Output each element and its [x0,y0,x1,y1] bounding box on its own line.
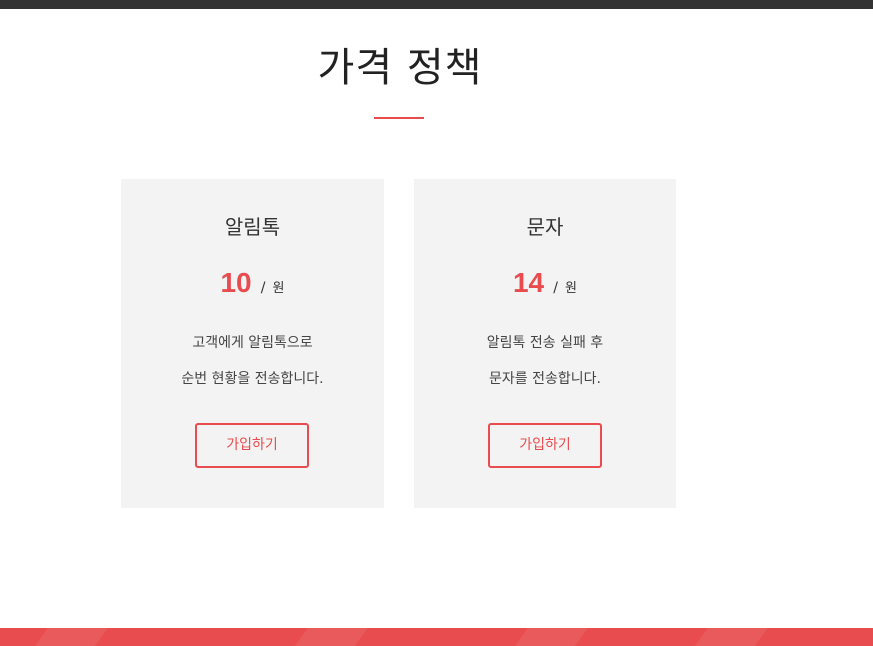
price-unit: 원 [272,281,285,296]
plan-description-line-2: 문자를 전송합니다. [489,371,601,387]
pricing-card-sms: 문자 14 / 원 알림톡 전송 실패 후 문자를 전송합니다. 가입하기 [414,179,676,508]
plan-price: 14 / 원 [414,265,676,307]
price-value: 14 [512,267,545,298]
title-underline [374,117,424,119]
top-bar [0,0,873,9]
plan-name: 문자 [526,215,564,239]
plan-description-line-1: 알림톡 전송 실패 후 [486,335,604,351]
footer-band [0,628,873,646]
plan-price: 10 / 원 [121,265,384,307]
plan-name: 알림톡 [224,215,281,239]
footer-texture [289,628,371,646]
page-title: 가격 정책 [317,45,483,91]
price-value: 10 [220,267,252,298]
footer-texture [689,628,771,646]
price-separator: / [553,280,558,296]
footer-texture [509,628,591,646]
price-unit: 원 [565,281,578,296]
footer-texture [29,628,111,646]
plan-description: 알림톡 전송 실패 후 문자를 전송합니다. [414,325,676,397]
price-separator: / [260,280,266,296]
signup-button[interactable]: 가입하기 [195,423,309,468]
signup-button[interactable]: 가입하기 [488,423,602,468]
plan-description-line-2: 순번 현황을 전송합니다. [181,371,324,387]
plan-description: 고객에게 알림톡으로 순번 현황을 전송합니다. [121,325,384,397]
plan-description-line-1: 고객에게 알림톡으로 [192,335,313,351]
pricing-card-alimtalk: 알림톡 10 / 원 고객에게 알림톡으로 순번 현황을 전송합니다. 가입하기 [121,179,384,508]
